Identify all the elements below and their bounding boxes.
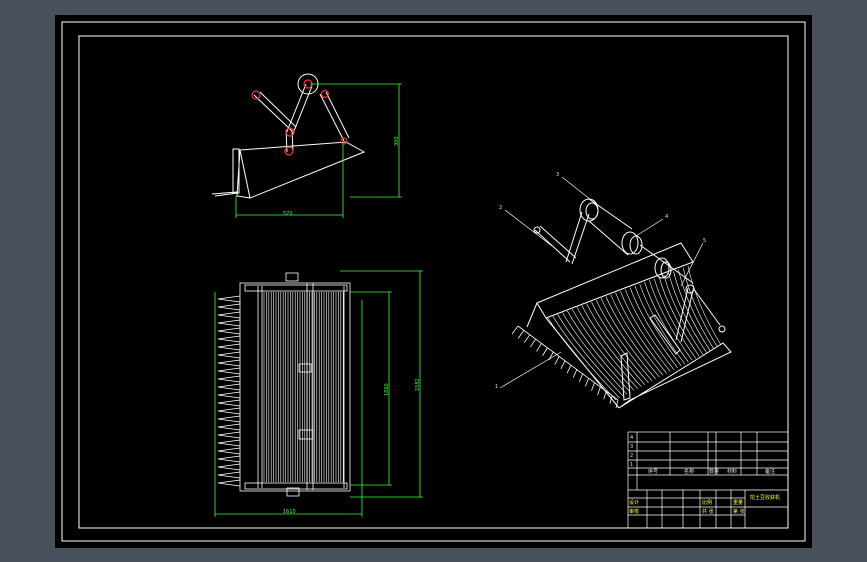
tb-sheet-no: 第 张 (733, 509, 745, 515)
tb-row-4: 4 (630, 435, 634, 441)
tb-col-qty: 数量 (709, 469, 720, 475)
balloon-5: 5 (703, 238, 707, 244)
cad-drawing-canvas (55, 15, 812, 548)
tb-checker: 审核 (629, 509, 640, 515)
tb-sheets-total: 共 张 (702, 509, 714, 515)
side-width-dimension: 570 (283, 211, 293, 217)
balloon-4: 4 (665, 214, 669, 220)
tb-col-material: 材料 (727, 469, 738, 475)
balloon-1: 1 (495, 384, 499, 390)
tb-row-1: 1 (630, 462, 634, 468)
plan-width-dimension: 1610 (283, 509, 296, 515)
tb-row-3: 3 (630, 444, 634, 450)
tb-designer: 设计 (629, 500, 640, 506)
tb-col-index: 序号 (648, 469, 659, 475)
tb-col-name: 名称 (684, 469, 695, 475)
balloon-3: 3 (556, 172, 560, 178)
tb-weight: 重量 (733, 500, 744, 506)
tb-col-remark: 备注 (765, 469, 776, 475)
tb-scale: 比例 (702, 500, 713, 506)
side-height-dimension: 300 (394, 136, 400, 146)
plan-outer-height-dimension: 1582 (415, 378, 421, 391)
balloon-2: 2 (499, 205, 503, 211)
tb-drawing-title: 挖土豆收获机 (750, 495, 781, 501)
plan-inner-height-dimension: 1860 (384, 383, 390, 396)
tb-row-2: 2 (630, 453, 634, 459)
